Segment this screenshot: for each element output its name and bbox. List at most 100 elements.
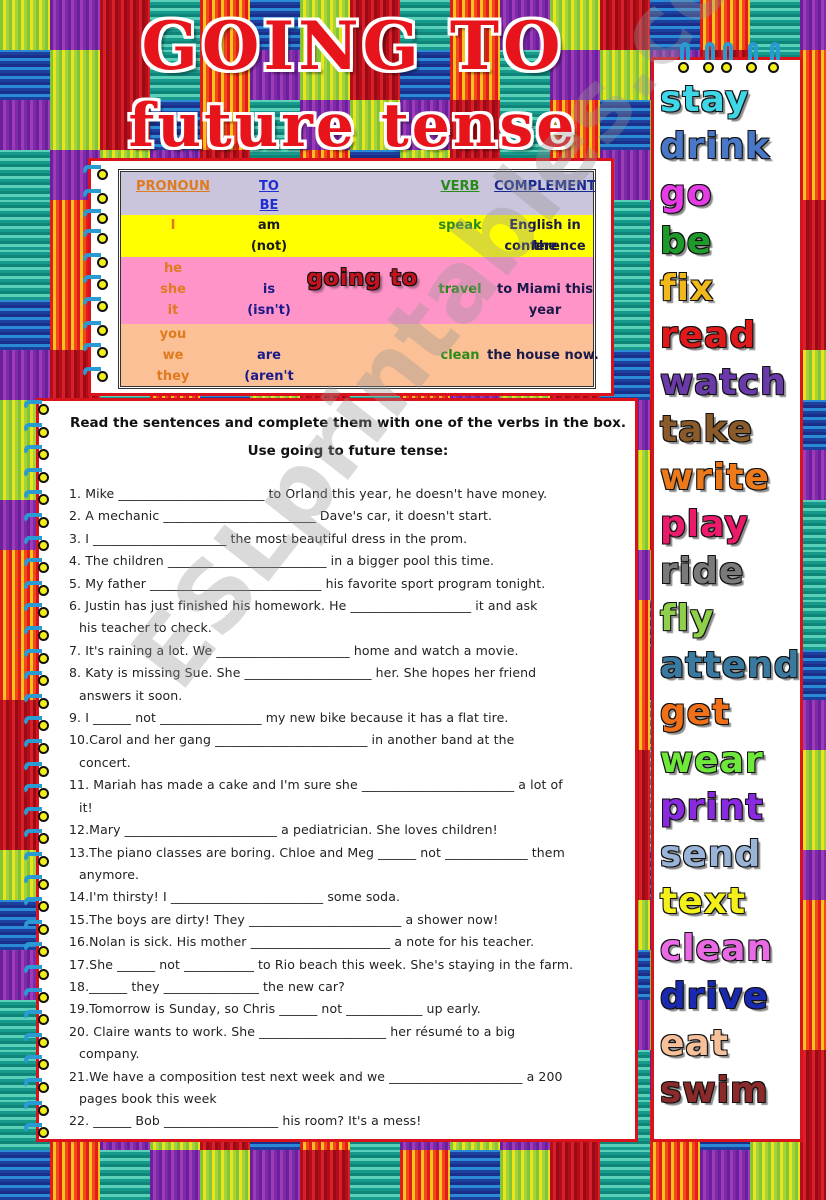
background-tile [450,1150,500,1200]
sentence-text: 6. Justin has just finished his homework… [69,598,538,614]
verb-word: play [660,503,749,545]
background-tile [800,1000,826,1050]
background-tile [100,1150,150,1200]
verb-word: clean [660,928,774,970]
binder-ring-icon [721,62,732,73]
exercise-instructions: Read the sentences and complete them wit… [69,415,627,459]
background-tile [800,350,826,400]
complement-line2: conference [504,239,586,254]
background-tile [800,150,826,200]
background-tile [150,1150,200,1200]
binder-ring-icon [97,325,108,336]
background-tile [800,50,826,100]
exercise-sentence: 3. I _____________________ the most beau… [69,528,629,550]
background-tile [800,550,826,600]
binder-ring-icon [38,698,49,709]
pronoun: we [162,348,184,363]
background-tile [650,1150,700,1200]
binder-ring-icon [38,472,49,483]
binder-ring-icon [38,494,49,505]
binder-ring-icon [746,62,757,73]
background-tile [800,600,826,650]
header-to-be-line1: TO [259,179,279,194]
background-tile [800,500,826,550]
background-tile [50,1150,100,1200]
sentence-continuation: his teacher to check. [79,620,212,636]
exercise-sentence: 13.The piano classes are boring. Chloe a… [69,842,629,887]
background-tile [0,1150,50,1200]
exercise-sentence: 12.Mary ________________________ a pedia… [69,819,629,841]
complement-line1: to Miami this [496,282,594,297]
sentence-text: 1. Mike _______________________ to Orlan… [69,486,548,501]
sentence-text: 17.She ______ not ___________ to Rio bea… [69,956,574,972]
pronoun: he [163,261,183,276]
background-tile [800,450,826,500]
page-title: GOING TO [141,7,565,85]
binder-ring-icon [768,62,779,73]
background-tile [0,200,50,250]
verb-word: read [660,314,757,356]
to-be: is [262,282,276,297]
background-tile [0,350,50,400]
background-tile [800,0,826,50]
background-tile [800,950,826,1000]
verb-box: stay drink go be fix read watch take write play ri… [651,57,803,1142]
binder-ring-icon [38,946,49,957]
pronoun: I [170,218,176,233]
going-to-label: going to [307,266,419,291]
pronoun: it [167,303,179,318]
binder-ring-icon [38,607,49,618]
to-be-negative: (not) [250,239,288,254]
sentence-text: 4. The children ________________________… [69,553,495,569]
binder-ring-icon [38,517,49,528]
binder-ring-icon [38,449,49,460]
verb-word: fix [660,267,715,309]
exercise-sentence: 7. It's raining a lot. We ______________… [69,640,629,662]
sentence-text: 22. ______ Bob __________________ his ro… [69,1113,422,1129]
background-tile [800,750,826,800]
grammar-row-you-we-they: you we they are (aren't clean the house … [121,324,599,386]
background-tile [750,1150,800,1200]
background-tile [800,850,826,900]
sentence-text: 7. It's raining a lot. We ______________… [69,642,519,658]
binder-ring-icon [38,404,49,415]
sentence-text: 18.______ they _______________ the new c… [69,978,345,994]
background-tile [0,250,50,300]
sentence-continuation: company. [79,1046,140,1062]
page-subtitle: future tense [128,91,578,161]
background-tile [800,300,826,350]
binder-ring-icon [38,766,49,777]
binder-ring-icon [38,811,49,822]
exercise-sentence: 9. I ______ not ________________ my new … [69,707,629,729]
exercise-sentence: 15.The boys are dirty! They ____________… [69,909,629,931]
verb: speak [438,218,482,233]
sentence-text: 21.We have a composition test next week … [69,1068,563,1084]
exercise-sentence: 8. Katy is missing Sue. She ____________… [69,662,629,707]
binder-ring-icon [97,233,108,244]
header-complement: COMPLEMENT [494,179,596,194]
sentence-text: 19.Tomorrow is Sunday, so Chris ______ n… [69,1001,481,1017]
sentence-continuation: pages book this week [79,1090,217,1106]
background-tile [250,1150,300,1200]
pronoun: she [160,282,186,297]
sentence-text: 15.The boys are dirty! They ____________… [69,911,499,927]
grammar-header-row: PRONOUN TO BE VERB COMPLEMENT [121,172,596,215]
verb-word: fly [660,598,715,640]
verb-word: drive [660,975,769,1017]
exercise-sentence: 18.______ they _______________ the new c… [69,976,629,998]
verb-word: ride [660,550,745,592]
to-be-negative: (isn't) [247,303,291,318]
binder-ring-icon [38,653,49,664]
exercise-sentence: 5. My father ___________________________… [69,573,629,595]
background-tile [800,100,826,150]
exercise-sentence: 22. ______ Bob __________________ his ro… [69,1110,629,1132]
binder-ring-icon [38,675,49,686]
binder-ring-icon [97,193,108,204]
background-tile [800,250,826,300]
verb-word: drink [660,126,771,168]
background-tile [300,1150,350,1200]
binder-ring-icon [38,1037,49,1048]
binder-ring-icon [38,833,49,844]
sentence-text: 8. Katy is missing Sue. She ____________… [69,665,537,681]
binder-ring-icon [38,562,49,573]
